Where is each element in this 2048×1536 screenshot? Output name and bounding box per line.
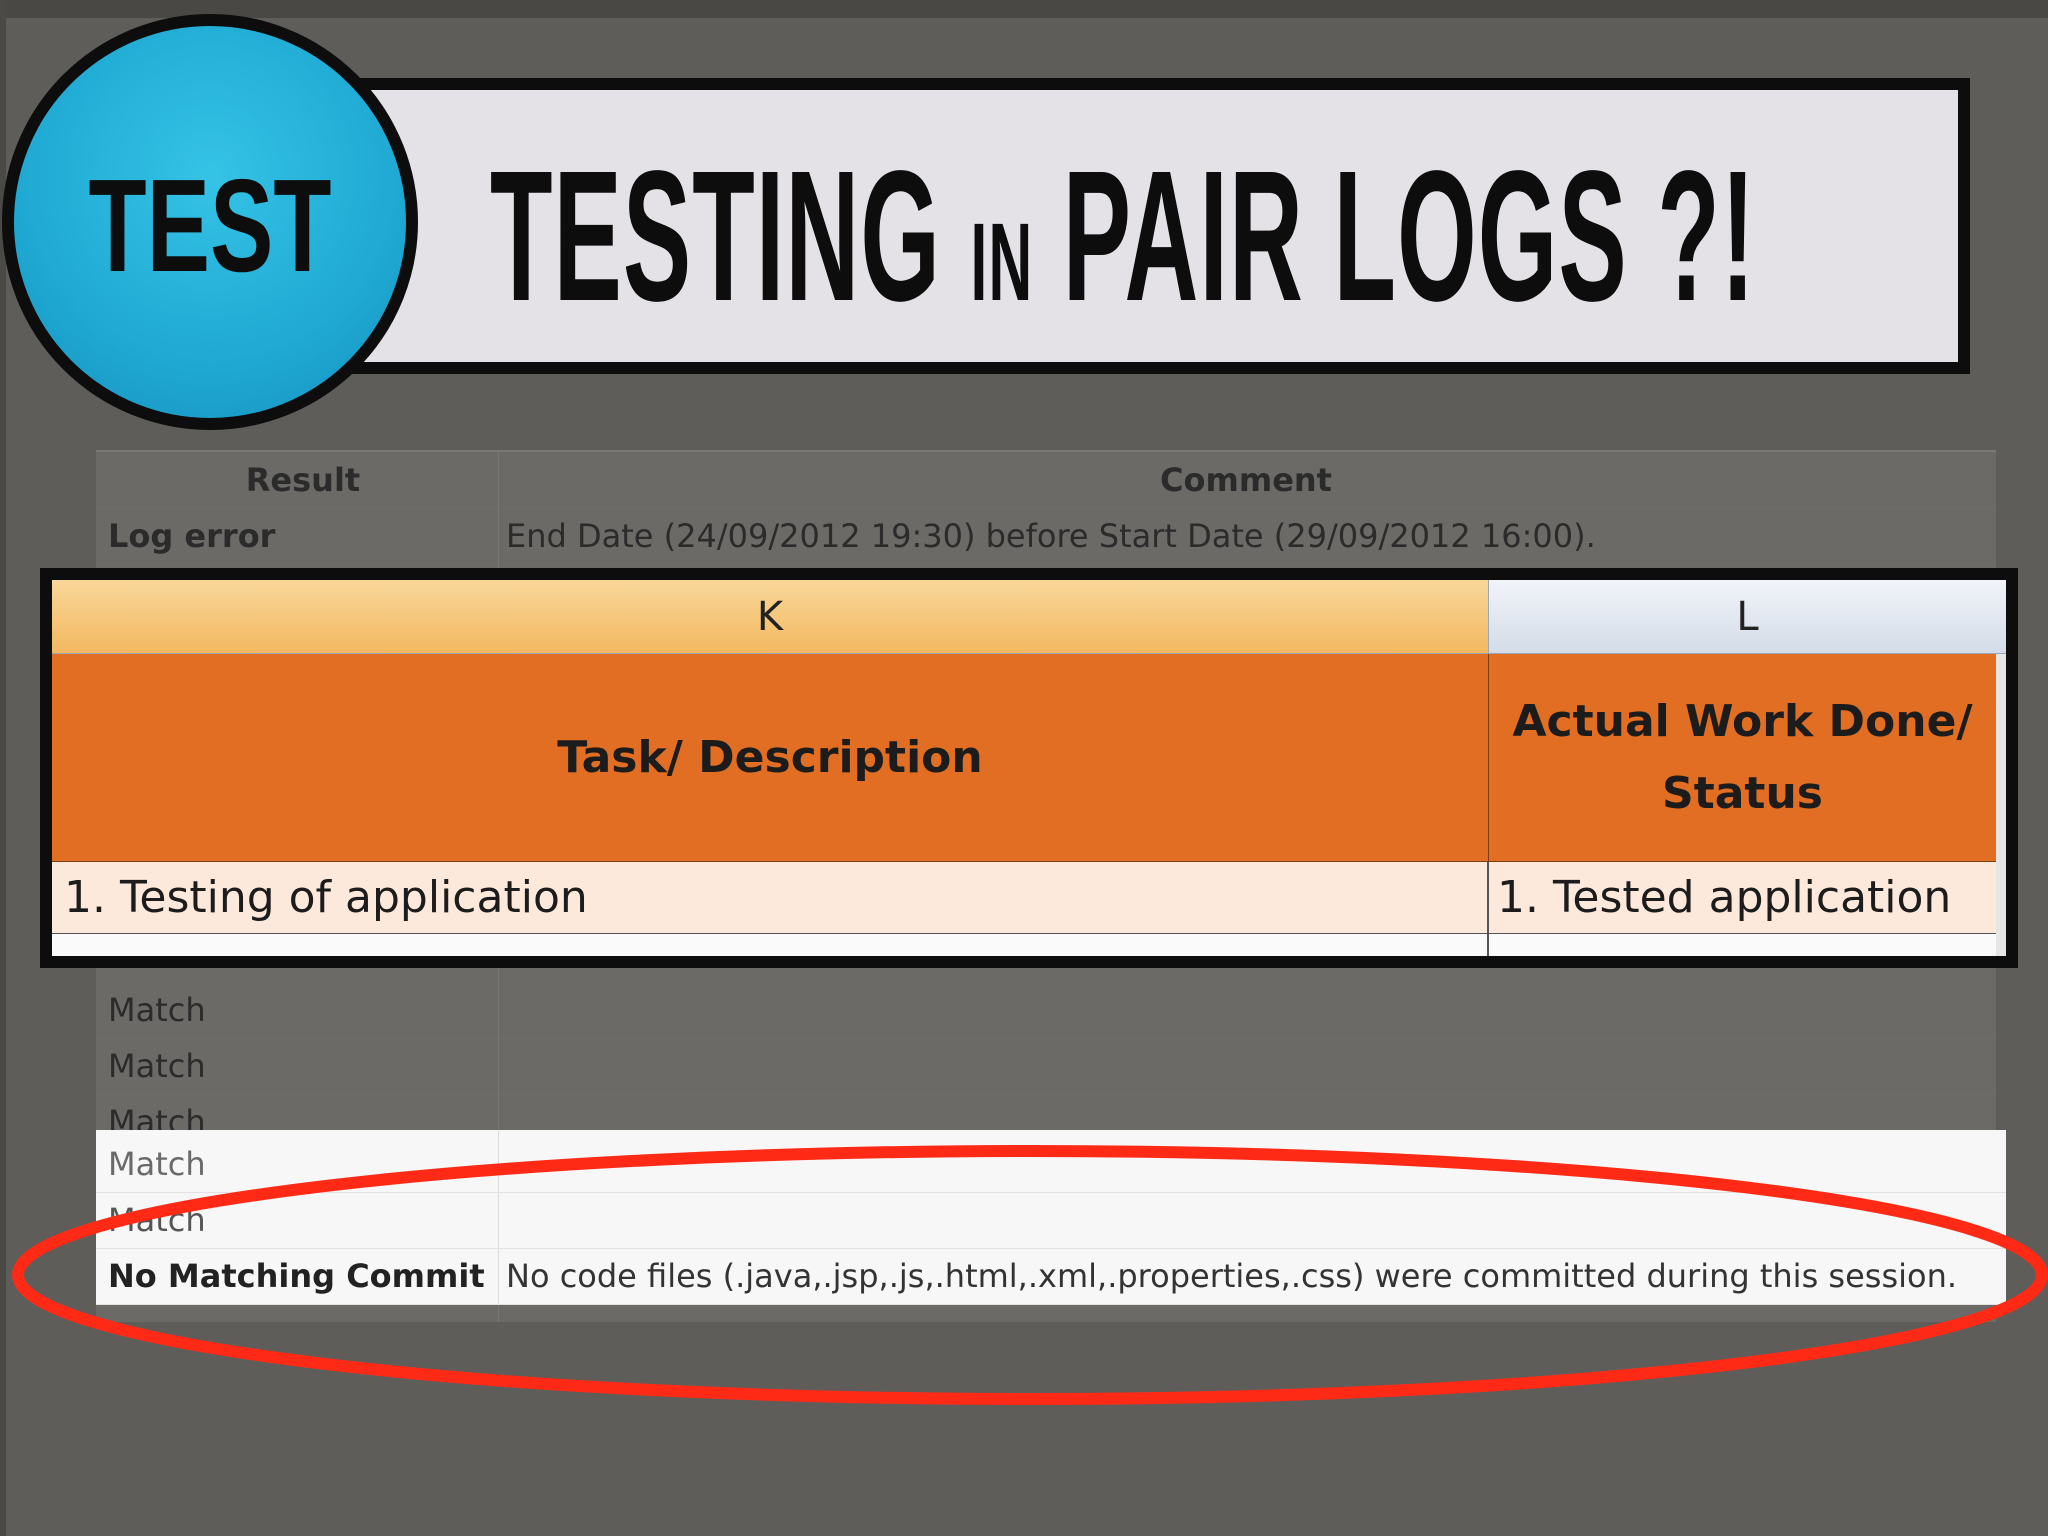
table-row: Match bbox=[96, 1192, 2006, 1249]
test-badge: TEST bbox=[2, 14, 418, 430]
table-row: Log error End Date (24/09/2012 19:30) be… bbox=[96, 508, 1996, 565]
actual-work-status-header: Actual Work Done/ Status bbox=[1489, 654, 1996, 862]
title-part-2: PAIR LOGS ?! bbox=[1033, 133, 1757, 340]
task-cell: 1. Testing of application bbox=[52, 862, 1489, 934]
result-cell: No Matching Commit bbox=[108, 1257, 485, 1295]
table-row: Match bbox=[96, 1136, 2006, 1193]
result-column-header: Result bbox=[245, 461, 361, 499]
comment-cell bbox=[506, 982, 1986, 1038]
result-cell: Match bbox=[108, 1047, 206, 1085]
comment-column-header: Comment bbox=[1160, 461, 1332, 499]
title-part-1: TESTING bbox=[490, 133, 971, 340]
result-cell: Log error bbox=[108, 517, 276, 555]
task-description-header: Task/ Description bbox=[52, 654, 1489, 862]
test-badge-label: TEST bbox=[88, 152, 332, 299]
comment-cell: No code files (.java,.jsp,.js,.html,.xml… bbox=[506, 1257, 1958, 1295]
top-border bbox=[0, 0, 2048, 18]
table-row: Match bbox=[96, 1038, 1996, 1095]
table-row-no-matching-commit: No Matching Commit No code files (.java,… bbox=[96, 1248, 2006, 1305]
result-cell: Match bbox=[108, 1201, 206, 1239]
grid-edge bbox=[1996, 654, 2006, 956]
result-cell: Match bbox=[108, 991, 206, 1029]
comment-cell: End Date (24/09/2012 19:30) before Start… bbox=[506, 517, 1596, 555]
table-row: Match bbox=[96, 982, 1996, 1039]
next-row-stub bbox=[52, 934, 1489, 956]
excel-zoom-panel: K L Task/ Description Actual Work Done/ … bbox=[40, 568, 2018, 968]
comment-cell bbox=[506, 1038, 1986, 1094]
status-cell: 1. Tested application bbox=[1489, 862, 1996, 934]
banner-title: TESTING IN PAIR LOGS ?! bbox=[490, 144, 1756, 330]
results-header-row: Result Comment bbox=[96, 452, 1996, 509]
excel-zoom-grid: K L Task/ Description Actual Work Done/ … bbox=[52, 580, 2006, 956]
next-row-stub bbox=[1489, 934, 1996, 956]
column-header-l: L bbox=[1489, 580, 2006, 654]
column-header-k: K bbox=[52, 580, 1489, 654]
result-cell: Match bbox=[108, 1145, 206, 1183]
title-small-word: IN bbox=[970, 201, 1034, 324]
